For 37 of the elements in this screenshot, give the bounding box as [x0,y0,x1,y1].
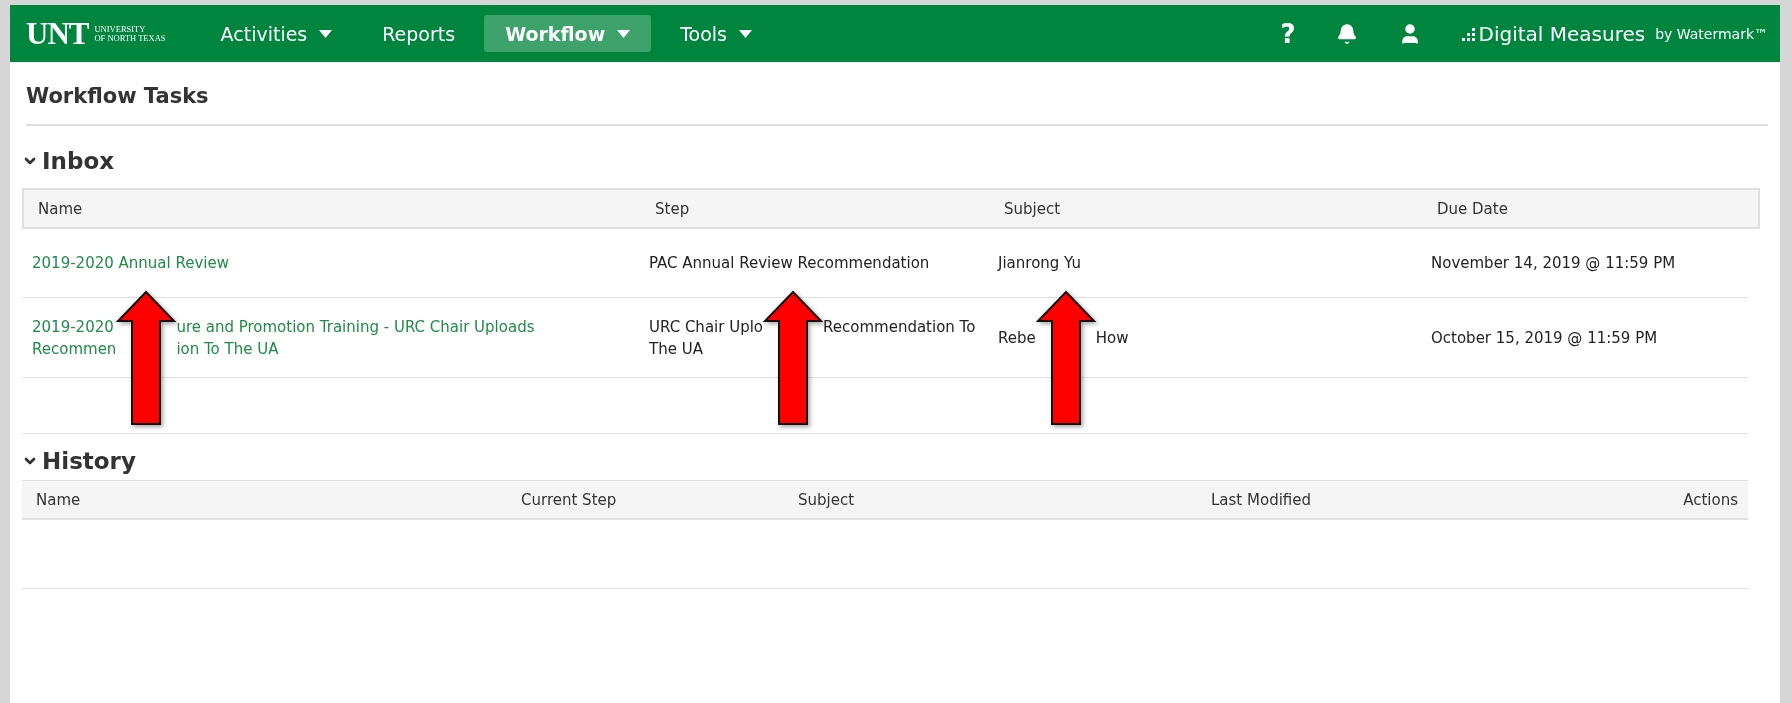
task-link[interactable]: 2019-2020 [32,315,114,338]
column-header: Last Modified [1210,490,1313,509]
history-section-toggle[interactable]: History [22,448,136,474]
help-icon[interactable]: ? [1280,18,1296,49]
column-header: Actions [1682,490,1739,509]
table-cell-text: Recommendation To [823,316,976,338]
brand-name: Digital Measures [1478,21,1646,46]
nav-tab[interactable]: Reports [361,15,477,52]
task-link[interactable]: Recommen [32,337,117,360]
column-header: Subject [1003,199,1062,218]
nav-tab[interactable]: Workflow [484,15,652,52]
column-header: Due Date [1436,199,1509,218]
bell-icon[interactable] [1335,22,1358,45]
table-cell-text: How [1095,327,1129,349]
logo-mark: UNT [26,15,89,52]
column-header: Step [654,199,691,218]
table-cell-text: Rebe [998,327,1036,349]
table-cell-text: URC Chair Uplo [649,316,764,338]
table-cell-text: Jianrong Yu [998,253,1082,274]
column-header: Name [35,490,82,509]
column-header: Current Step [520,490,618,509]
task-link[interactable]: 2019-2020 Annual Review [32,252,229,274]
inbox-section-toggle[interactable]: Inbox [22,148,115,174]
nav-tab[interactable]: Tools [659,15,773,52]
table-cell-text: October 15, 2019 @ 11:59 PM [1431,327,1658,349]
task-link[interactable]: ion To The UA [176,337,279,360]
task-link[interactable]: ure and Promotion Training - URC Chair Uploads [176,315,535,338]
page-title: Workflow Tasks [26,62,1768,126]
table-cell-text: November 14, 2019 @ 11:59 PM [1431,253,1676,274]
table-cell-text: The UA [649,338,703,360]
table-cell-text: PAC Annual Review Recommendation [649,253,930,274]
column-header: Name [37,199,84,218]
brand-byline: by Watermark™ [1655,25,1768,42]
nav-tab[interactable]: Activities [199,15,354,52]
logo-text: UNIVERSITY OF NORTH TEXAS [94,24,166,43]
dots-icon [1461,26,1476,41]
column-header: Subject [797,490,856,509]
